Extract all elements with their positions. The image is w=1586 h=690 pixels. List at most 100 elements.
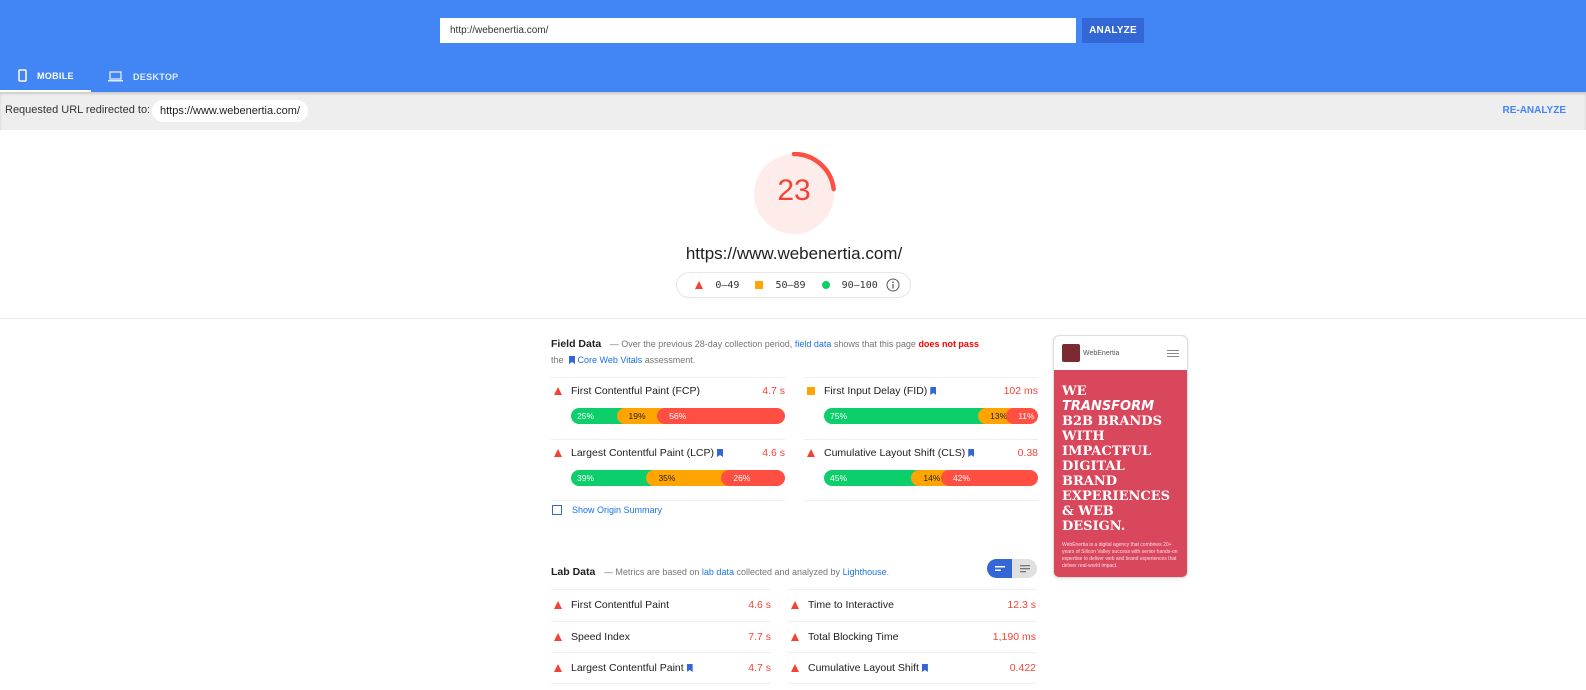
distribution-bar: 39% 35% 26%	[571, 470, 785, 486]
legend-average: 50–89	[755, 279, 806, 291]
bar-good: 75%	[824, 408, 987, 424]
redirect-label: Requested URL redirected to:	[5, 104, 151, 116]
metric-value: 0.38	[1017, 447, 1038, 459]
field-metric-lcp: Largest Contentful Paint (LCP) 4.6 s 39%…	[551, 439, 785, 501]
metric-name-row: Cumulative Layout Shift	[808, 662, 928, 674]
brand-name: WebEnertia	[1083, 349, 1120, 357]
screenshot-description: WebEnertia is a digital agency that comb…	[1062, 542, 1178, 569]
origin-summary-checkbox[interactable]	[552, 505, 562, 515]
field-metric-fid: First Input Delay (FID) 102 ms 75% 13% 1…	[804, 377, 1038, 439]
lab-data-header: Lab Data — Metrics are based on lab data…	[551, 564, 971, 580]
reanalyze-button[interactable]: RE-ANALYZE	[1502, 105, 1566, 116]
screenshot-header: WebEnertia	[1054, 336, 1187, 370]
metric-name: Cumulative Layout Shift	[808, 662, 919, 674]
bookmark-icon	[930, 387, 937, 395]
poor-triangle-icon	[554, 601, 562, 609]
metric-name: Total Blocking Time	[808, 631, 899, 643]
poor-triangle-icon	[791, 633, 799, 641]
section-divider	[0, 318, 1586, 319]
metric-value: 102 ms	[1003, 385, 1038, 397]
lab-data-title: Lab Data	[551, 566, 596, 578]
smartphone-icon	[18, 68, 27, 84]
metric-name: Cumulative Layout Shift (CLS)	[824, 447, 966, 459]
lab-metric-lcp: Largest Contentful Paint 4.7 s	[551, 652, 771, 684]
view-toggle[interactable]	[987, 559, 1037, 578]
metric-name: Speed Index	[571, 631, 630, 643]
metric-value: 4.6 s	[748, 599, 771, 611]
triangle-icon	[695, 281, 704, 289]
bar-good: 39%	[571, 470, 655, 486]
metric-value: 1,190 ms	[992, 631, 1036, 643]
lab-desc-prefix: — Metrics are based on	[603, 567, 700, 577]
distribution-bar: 45% 14% 42%	[824, 470, 1038, 486]
metric-value: 4.6 s	[762, 447, 785, 459]
metric-name-row: Cumulative Layout Shift (CLS)	[824, 447, 975, 459]
toggle-expanded-view[interactable]	[1012, 559, 1037, 578]
field-data-header: Field Data — Over the previous 28-day co…	[551, 336, 1011, 368]
hamburger-menu-icon	[1167, 349, 1179, 357]
bookmark-icon	[717, 449, 723, 457]
metric-value: 4.7 s	[762, 385, 785, 397]
metric-value: 0.422	[1009, 662, 1036, 674]
lab-desc-mid: collected and analyzed by	[736, 567, 841, 577]
headline-pre: WE	[1062, 384, 1087, 399]
square-icon	[755, 281, 764, 289]
field-data-title: Field Data	[551, 338, 602, 350]
laptop-icon	[108, 70, 123, 84]
score-legend: 0–49 50–89 90–100	[676, 272, 911, 298]
metric-name: Largest Contentful Paint	[571, 662, 684, 674]
core-web-vitals-link[interactable]: Core Web Vitals	[578, 355, 643, 365]
headline-post: B2B BRANDS WITH IMPACTFUL DIGITAL BRAND …	[1062, 414, 1170, 534]
tab-desktop[interactable]: DESKTOP	[108, 62, 188, 92]
bar-poor: 11%	[1006, 408, 1038, 424]
bar-average: 35%	[646, 470, 730, 486]
lighthouse-link[interactable]: Lighthouse	[843, 567, 887, 577]
poor-triangle-icon	[554, 387, 562, 395]
poor-triangle-icon	[554, 664, 562, 672]
final-url: https://www.webenertia.com/	[685, 244, 903, 263]
tab-mobile-label: MOBILE	[37, 71, 74, 81]
bar-poor: 42%	[941, 470, 1038, 486]
lab-metric-tti: Time to Interactive 12.3 s	[788, 589, 1036, 621]
metric-name-row: Largest Contentful Paint (LCP)	[571, 447, 723, 459]
analyze-button[interactable]: ANALYZE	[1082, 18, 1144, 43]
legend-poor-label: 0–49	[715, 279, 740, 291]
metric-name-row: First Input Delay (FID)	[824, 385, 937, 397]
metric-name-row: Largest Contentful Paint	[571, 662, 693, 674]
assessment-result: does not pass	[918, 339, 979, 349]
field-desc-mid: shows that this page	[833, 339, 916, 349]
bar-good: 45%	[824, 470, 920, 486]
bar-poor: 56%	[657, 408, 785, 424]
field-metric-cls: Cumulative Layout Shift (CLS) 0.38 45% 1…	[804, 439, 1038, 501]
metric-name: Largest Contentful Paint (LCP)	[571, 447, 714, 459]
page-screenshot: WebEnertia WE TRANSFORM B2B BRANDS WITH …	[1053, 335, 1188, 578]
field-desc-suffix: assessment.	[644, 355, 696, 365]
circle-icon	[821, 281, 830, 289]
metric-value: 12.3 s	[1007, 599, 1036, 611]
tab-mobile[interactable]: MOBILE	[0, 62, 91, 92]
headline-em: TRANSFORM	[1062, 399, 1155, 414]
bar-poor: 26%	[721, 470, 785, 486]
lab-metric-si: Speed Index 7.7 s	[551, 621, 771, 653]
legend-average-label: 50–89	[775, 279, 806, 291]
poor-triangle-icon	[807, 449, 815, 457]
url-input[interactable]	[440, 18, 1076, 43]
field-data-link[interactable]: field data	[795, 339, 832, 349]
show-origin-summary[interactable]: Show Origin Summary	[552, 505, 662, 515]
toggle-compact-view[interactable]	[987, 559, 1012, 578]
lab-metric-tbt: Total Blocking Time 1,190 ms	[788, 621, 1036, 653]
metric-name: First Input Delay (FID)	[824, 385, 928, 397]
bookmark-icon	[921, 664, 928, 672]
poor-triangle-icon	[791, 664, 799, 672]
poor-triangle-icon	[554, 449, 562, 457]
brand-logo	[1062, 344, 1080, 362]
bookmark-icon	[686, 664, 693, 672]
lab-data-link[interactable]: lab data	[702, 567, 734, 577]
origin-summary-label: Show Origin Summary	[572, 505, 663, 515]
poor-triangle-icon	[554, 633, 562, 641]
metric-name: First Contentful Paint (FCP)	[571, 385, 700, 397]
average-square-icon	[807, 387, 815, 395]
lab-desc-end: .	[886, 567, 890, 577]
expanded-list-icon	[1019, 564, 1030, 572]
info-icon[interactable]	[886, 278, 900, 292]
